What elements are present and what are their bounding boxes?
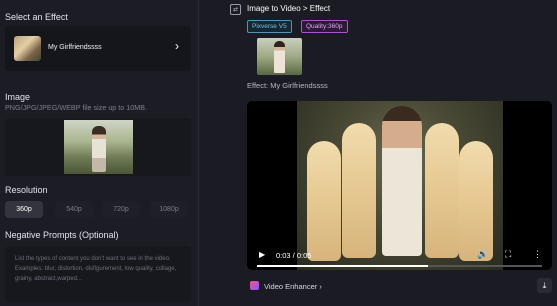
progress-bar[interactable]	[257, 265, 542, 267]
effect-selector[interactable]: My Girlfriendssss ›	[5, 26, 191, 71]
effect-name: My Girlfriendssss	[48, 44, 102, 51]
volume-icon[interactable]: 🔊	[477, 249, 488, 260]
negative-prompts-input[interactable]: List the types of content you don't want…	[5, 246, 191, 302]
negative-prompts-title: Negative Prompts (Optional)	[5, 230, 119, 240]
image-hint: PNG/JPG/JPEG/WEBP file size up to 10MB.	[5, 103, 148, 112]
play-icon[interactable]: ▶	[259, 250, 265, 259]
resolution-720p-button[interactable]: 720p	[102, 201, 140, 218]
quality-badge: Quality:360p	[301, 20, 348, 33]
resolution-title: Resolution	[5, 185, 48, 195]
video-player[interactable]: ▶ 0:03 / 0:05 🔊 ⛶ ⋮	[247, 101, 552, 270]
uploaded-image	[64, 120, 133, 174]
person-figure	[92, 126, 106, 172]
resolution-1080p-button[interactable]: 1080p	[150, 201, 188, 218]
breadcrumb: Image to Video > Effect	[247, 4, 331, 13]
effect-label: Effect: My Girlfriendssss	[247, 81, 328, 90]
negative-prompts-placeholder: List the types of content you don't want…	[15, 256, 177, 282]
more-options-icon[interactable]: ⋮	[533, 249, 542, 260]
effect-thumbnail	[14, 36, 41, 61]
download-button[interactable]: ⤓	[537, 278, 552, 293]
resolution-360p-button[interactable]: 360p	[5, 201, 43, 218]
source-image-thumbnail[interactable]	[257, 38, 302, 75]
source-person-figure	[274, 41, 285, 73]
progress-fill	[257, 265, 428, 267]
player-controls: ▶ 0:03 / 0:05 🔊 ⛶ ⋮	[247, 242, 552, 270]
fullscreen-icon[interactable]: ⛶	[505, 249, 511, 260]
model-badge: Pixverse V5	[247, 20, 292, 33]
video-person	[425, 123, 459, 258]
video-enhancer-link[interactable]: Video Enhancer ›	[264, 282, 322, 291]
select-effect-title: Select an Effect	[5, 12, 68, 22]
image-title: Image	[5, 92, 31, 102]
resolution-540p-button[interactable]: 540p	[55, 201, 93, 218]
video-person-center	[382, 106, 422, 256]
result-panel: ⇄ Image to Video > Effect Pixverse V5 Qu…	[222, 0, 557, 306]
image-upload[interactable]	[5, 118, 191, 176]
chevron-right-icon: ›	[175, 39, 179, 53]
settings-panel: Select an Effect My Girlfriendssss › Ima…	[0, 0, 199, 306]
enhancer-icon	[250, 281, 259, 290]
image-to-video-icon: ⇄	[230, 4, 241, 15]
video-person	[342, 123, 376, 258]
playback-time: 0:03 / 0:05	[276, 251, 312, 260]
